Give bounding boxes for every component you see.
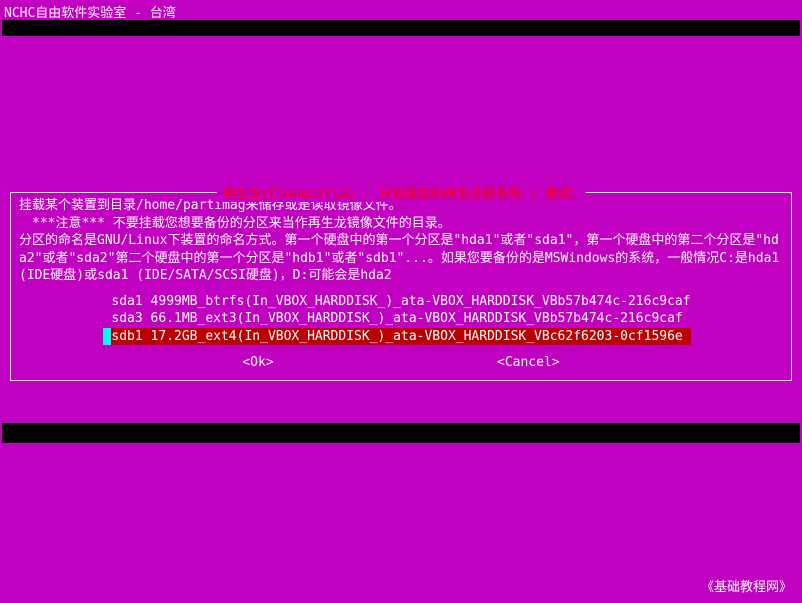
partition-item-selected[interactable]: sdb1 17.2GB_ext4(In_VBOX_HARDDISK_)_ata-…	[111, 328, 690, 346]
partition-item[interactable]: sda3 66.1MB_ext3(In_VBOX_HARDDISK_)_ata-…	[111, 310, 690, 328]
clonezilla-dialog: 再生龙(Clonezilla) - 开放原始码再生还原系统 | 模式: 挂载某个…	[10, 192, 792, 381]
footer-credit: 《基础教程网》	[701, 576, 792, 595]
ok-button[interactable]: <Ok>	[242, 355, 273, 370]
partition-list[interactable]: sda1 4999MB_btrfs(In_VBOX_HARDDISK_)_ata…	[19, 293, 783, 346]
dialog-buttons-row: <Ok> <Cancel>	[19, 355, 783, 370]
dialog-body-text: 挂载某个装置到目录/home/partimag来储存或是读取镜像文件。 ***注…	[19, 197, 783, 285]
window-titlebar: NCHC自由软件实验室 - 台湾	[0, 0, 802, 18]
cancel-button[interactable]: <Cancel>	[497, 355, 560, 370]
dialog-border: 再生龙(Clonezilla) - 开放原始码再生还原系统 | 模式: 挂载某个…	[10, 192, 792, 381]
content-area: 再生龙(Clonezilla) - 开放原始码再生还原系统 | 模式: 挂载某个…	[0, 18, 802, 603]
top-black-band	[2, 20, 800, 36]
dialog-title: 再生龙(Clonezilla) - 开放原始码再生还原系统 | 模式:	[217, 183, 586, 202]
lower-black-band	[2, 423, 800, 443]
partition-item[interactable]: sda1 4999MB_btrfs(In_VBOX_HARDDISK_)_ata…	[111, 293, 690, 311]
